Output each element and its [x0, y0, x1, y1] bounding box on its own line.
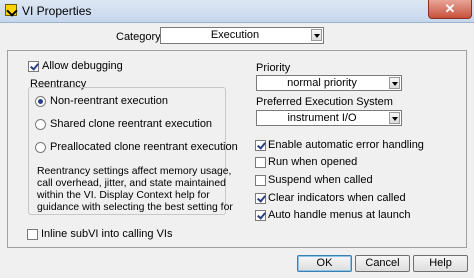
close-button[interactable]: ✕: [428, 0, 472, 19]
vi-properties-window: VI Properties ✕ Category Execution Allow…: [0, 0, 474, 278]
note-line: Reentrancy settings affect memory usage,: [37, 166, 232, 177]
chevron-down-icon[interactable]: [311, 29, 322, 41]
reentrancy-note: Reentrancy settings affect memory usage,…: [37, 166, 233, 214]
suspend-when-called-checkbox[interactable]: [255, 175, 266, 186]
radio-non-reentrant[interactable]: [35, 96, 46, 107]
cancel-button[interactable]: Cancel: [355, 255, 410, 272]
suspend-when-called-label: Suspend when called: [268, 174, 373, 186]
chevron-down-icon[interactable]: [389, 77, 400, 89]
chevron-down-icon[interactable]: [389, 112, 400, 124]
category-select[interactable]: Execution: [160, 27, 324, 44]
auto-handle-menus-label: Auto handle menus at launch: [268, 209, 411, 221]
title-bar: VI Properties ✕: [0, 0, 474, 23]
priority-label: Priority: [256, 62, 291, 74]
priority-value: normal priority: [287, 77, 357, 89]
inline-subvi-label: Inline subVI into calling VIs: [41, 228, 173, 240]
clear-indicators-label: Clear indicators when called: [268, 192, 406, 204]
help-button[interactable]: Help: [413, 255, 468, 272]
inline-subvi-checkbox[interactable]: [27, 229, 38, 240]
note-line: guidance with selecting the best setting…: [37, 202, 233, 213]
labview-app-icon: [5, 4, 17, 16]
allow-debugging-label: Allow debugging: [42, 60, 123, 72]
auto-handle-menus-checkbox[interactable]: [255, 210, 266, 221]
preferred-exec-value: instrument I/O: [287, 112, 357, 124]
radio-shared-clone-label: Shared clone reentrant execution: [50, 118, 213, 130]
allow-debugging-checkbox[interactable]: [28, 61, 39, 72]
priority-select[interactable]: normal priority: [256, 75, 402, 91]
run-when-opened-checkbox[interactable]: [255, 157, 266, 168]
ok-button[interactable]: OK: [297, 255, 352, 272]
auto-error-handling-checkbox[interactable]: [255, 140, 266, 151]
category-value: Execution: [210, 29, 260, 41]
note-line: call overhead, jitter, and state maintai…: [37, 178, 226, 189]
radio-preallocated-clone[interactable]: [35, 142, 46, 153]
category-label: Category: [116, 31, 161, 43]
radio-shared-clone[interactable]: [35, 119, 46, 130]
auto-error-handling-label: Enable automatic error handling: [268, 139, 424, 151]
clear-indicators-checkbox[interactable]: [255, 193, 266, 204]
preferred-exec-label: Preferred Execution System: [256, 96, 393, 108]
radio-non-reentrant-label: Non-reentrant execution: [50, 95, 169, 107]
note-line: within the VI. Display Context help for: [37, 190, 210, 201]
preferred-exec-select[interactable]: instrument I/O: [256, 110, 402, 126]
window-title: VI Properties: [22, 4, 92, 18]
run-when-opened-label: Run when opened: [268, 156, 358, 168]
radio-preallocated-clone-label: Preallocated clone reentrant execution: [50, 141, 238, 153]
